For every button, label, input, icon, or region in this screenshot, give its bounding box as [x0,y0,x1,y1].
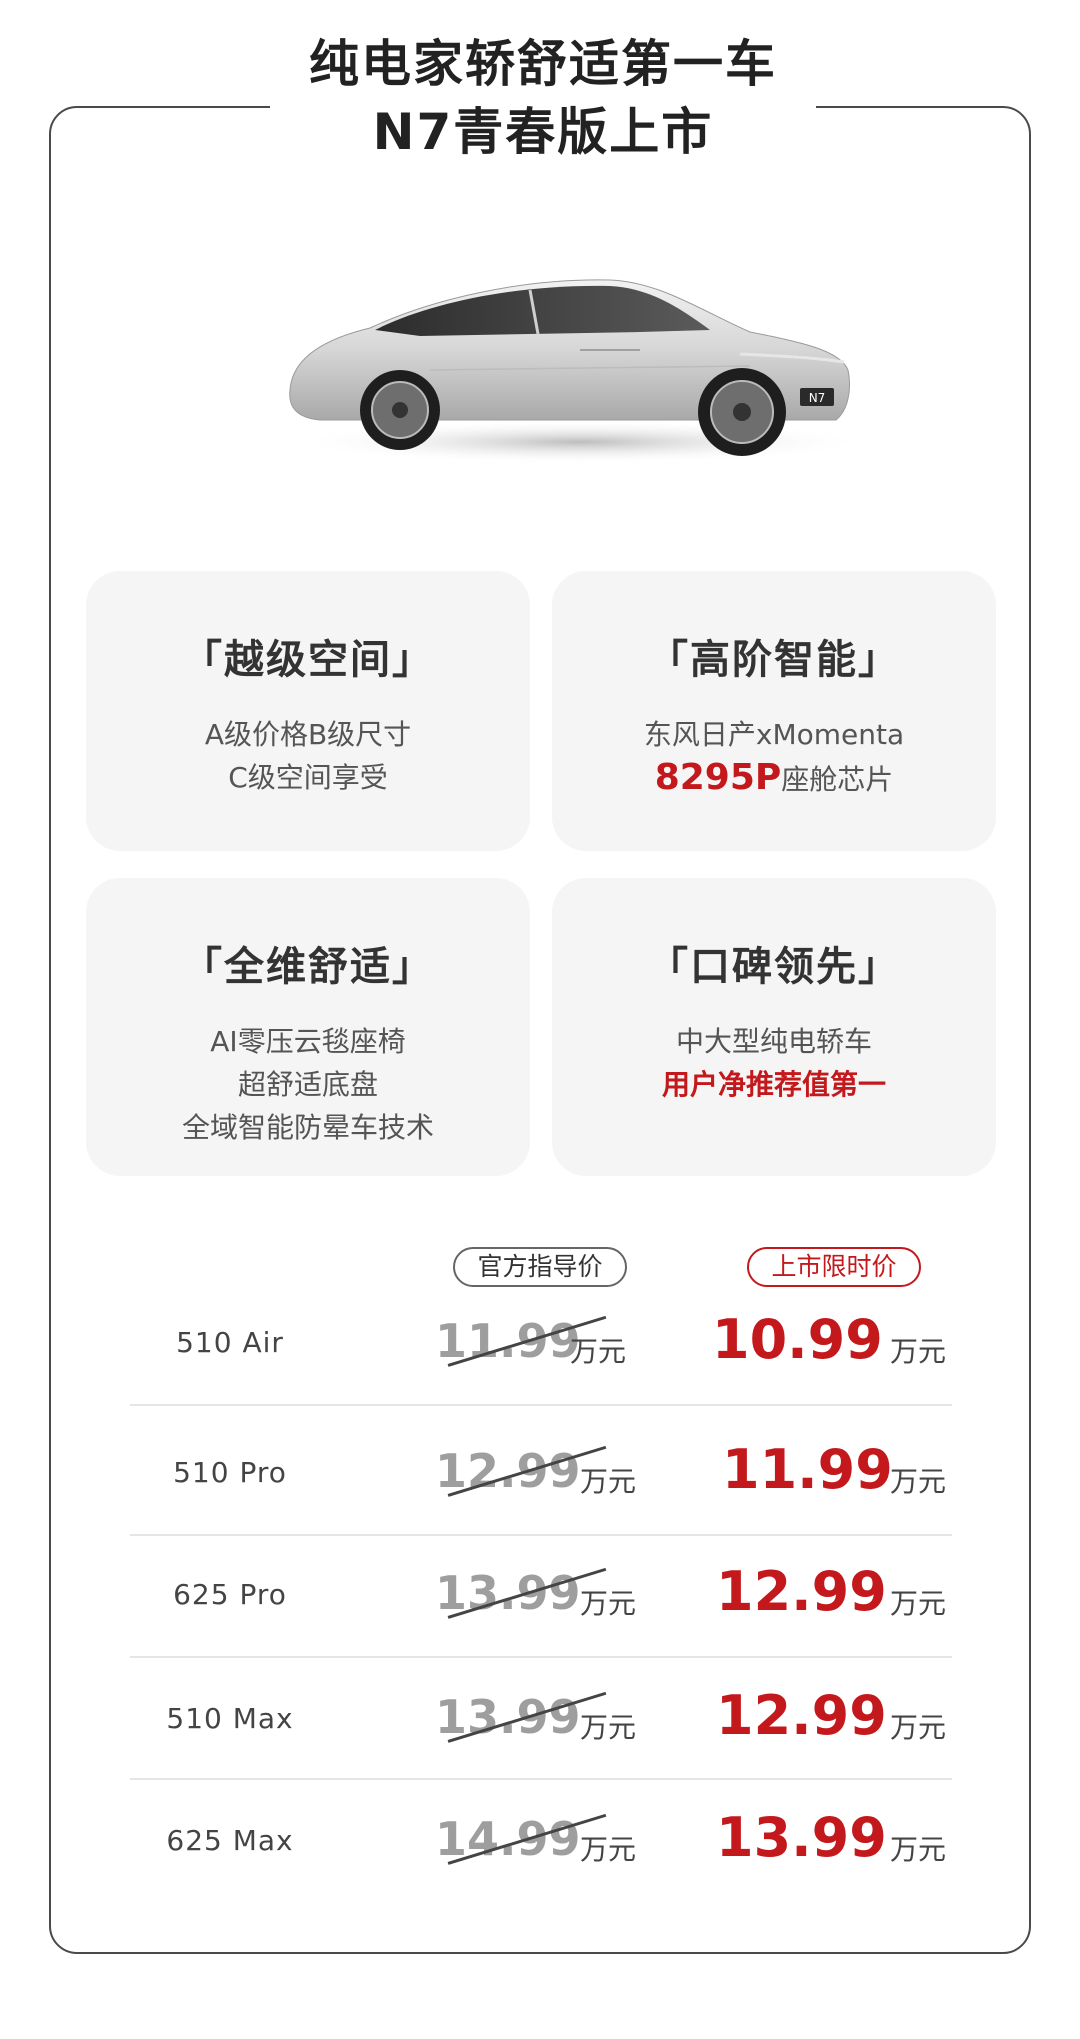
price-unit: 万元 [890,1335,947,1368]
feature-highlight-line: 用户净推荐值第一 [661,1068,886,1101]
price-unit: 万元 [890,1587,947,1620]
feature-title: 「全维舒适」 [182,944,434,990]
feature-line: 超舒适底盘 [237,1068,378,1101]
feature-card-reputation: 「口碑领先」 中大型纯电轿车 用户净推荐值第一 [552,878,996,1176]
price-unit: 万元 [890,1465,947,1498]
price-unit: 万元 [570,1335,627,1368]
feature-title: 「高阶智能」 [648,637,900,683]
row-divider [130,1404,952,1406]
official-price: 12.99 [435,1444,581,1498]
price-row: 510 Max 13.99 万元 12.99 万元 [130,1658,952,1778]
model-name: 510 Max [166,1702,294,1735]
feature-line: 东风日产xMomenta [643,718,905,751]
price-unit: 万元 [890,1833,947,1866]
page-title: 纯电家轿舒适第一车 N7青春版上市 [270,30,816,180]
price-unit: 万元 [890,1711,947,1744]
feature-card-space: 「越级空间」 A级价格B级尺寸 C级空间享受 [86,571,530,851]
model-name: 625 Pro [173,1578,287,1611]
official-price-header: 官方指导价 [453,1247,627,1287]
launch-price: 12.99 [716,1684,887,1747]
price-unit: 万元 [580,1833,637,1866]
model-name: 625 Max [166,1824,294,1857]
launch-price: 11.99 [722,1438,893,1501]
official-price: 13.99 [435,1566,581,1620]
car-image: N7 [289,279,860,464]
feature-line: C级空间享受 [228,761,388,794]
price-row: 625 Max 14.99 万元 13.99 万元 [130,1780,952,1900]
launch-price: 10.99 [712,1308,883,1371]
title-line-1: 纯电家轿舒适第一车 [309,35,777,93]
official-price: 11.99 [435,1314,581,1368]
chip-highlight: 8295P [654,757,782,798]
launch-price: 13.99 [716,1806,887,1869]
official-price: 14.99 [435,1812,581,1866]
price-unit: 万元 [580,1587,637,1620]
feature-title: 「越级空间」 [182,637,434,683]
feature-line: 8295P座舱芯片 [552,756,996,801]
feature-card-smart: 「高阶智能」 东风日产xMomenta 8295P座舱芯片 [552,571,996,851]
feature-line-rest: 座舱芯片 [781,763,894,796]
launch-price-header: 上市限时价 [747,1247,921,1287]
car-badge: N7 [809,391,826,405]
feature-line: A级价格B级尺寸 [204,718,412,751]
model-name: 510 Pro [173,1456,287,1489]
price-unit: 万元 [580,1465,637,1498]
official-price: 13.99 [435,1690,581,1744]
launch-price: 12.99 [716,1560,887,1623]
price-row: 510 Air 11.99 万元 10.99 万元 [130,1284,952,1404]
price-unit: 万元 [580,1711,637,1744]
feature-card-comfort: 「全维舒适」 AI零压云毯座椅 超舒适底盘 全域智能防晕车技术 [86,878,530,1176]
price-row: 625 Pro 13.99 万元 12.99 万元 [130,1536,952,1656]
feature-line: 全域智能防晕车技术 [181,1111,434,1144]
model-name: 510 Air [176,1326,284,1359]
feature-line: AI零压云毯座椅 [210,1025,406,1058]
feature-line: 中大型纯电轿车 [675,1025,872,1058]
title-line-2: N7青春版上市 [372,103,714,161]
feature-title: 「口碑领先」 [648,944,900,990]
price-row: 510 Pro 12.99 万元 11.99 万元 [130,1414,952,1534]
